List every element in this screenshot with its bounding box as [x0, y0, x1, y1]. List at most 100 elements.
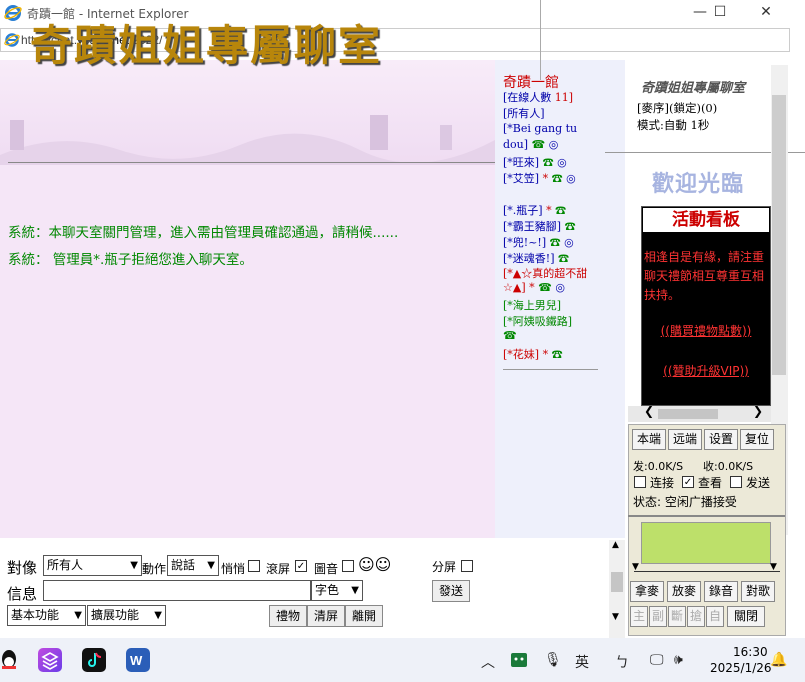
- network-icon[interactable]: 🖵: [650, 652, 664, 668]
- duet-button[interactable]: 對歌: [741, 581, 775, 602]
- maximize-button[interactable]: ☐: [700, 2, 740, 24]
- record-button[interactable]: 錄音: [704, 581, 738, 602]
- send-checkbox[interactable]: [730, 476, 742, 488]
- message-input[interactable]: [43, 580, 311, 601]
- user-item-cont[interactable]: ☆▲] * ☎ ◎: [503, 281, 565, 294]
- view-checkbox[interactable]: ✓: [682, 476, 694, 488]
- user-item[interactable]: [*迷魂香!] ☎: [503, 250, 569, 266]
- connect-checkbox[interactable]: [634, 476, 646, 488]
- phone-icon: ☎: [549, 236, 561, 249]
- scroll-down-icon[interactable]: ▼: [612, 612, 619, 622]
- slider-left-icon[interactable]: ▼: [632, 562, 639, 572]
- scroll-right-icon[interactable]: ❯: [753, 404, 763, 418]
- qq-app-icon[interactable]: [0, 648, 20, 672]
- scroll-thumb[interactable]: [658, 409, 718, 419]
- split-checkbox[interactable]: [461, 560, 473, 572]
- release-mic-button[interactable]: 放麥: [667, 581, 701, 602]
- tiktok-app-icon[interactable]: [82, 648, 106, 672]
- user-item[interactable]: [*兜!~!] ☎ ◎: [503, 234, 574, 250]
- scroll-checkbox[interactable]: ✓: [295, 560, 307, 572]
- clock-date[interactable]: 2025/1/26: [710, 661, 772, 675]
- user-item[interactable]: [*.瓶子] * ☎: [503, 202, 566, 218]
- local-button[interactable]: 本端: [632, 429, 666, 450]
- camera-icon: ◎: [548, 138, 559, 151]
- whisper-checkbox[interactable]: [248, 560, 260, 572]
- user-item[interactable]: [*海上男兒]: [503, 297, 561, 313]
- settings-button[interactable]: 设置: [704, 429, 738, 450]
- system-message: 系統：本聊天室關門管理，進入需由管理員確認通過，請稍候......: [8, 225, 399, 241]
- scroll-up-icon[interactable]: ▲: [612, 540, 619, 550]
- word-app-icon[interactable]: W: [126, 648, 150, 672]
- auto-button[interactable]: 自: [706, 606, 724, 627]
- wechat-tray-icon[interactable]: [511, 652, 527, 672]
- user-item-all[interactable]: [所有人]: [503, 105, 545, 121]
- close-button[interactable]: ✕: [746, 2, 786, 24]
- scroll-left-icon[interactable]: ❮: [644, 404, 654, 418]
- picture-checkbox[interactable]: [342, 560, 354, 572]
- vip-upgrade-link[interactable]: ((贊助升級VIP)): [644, 362, 768, 379]
- reset-button[interactable]: 复位: [740, 429, 774, 450]
- chevron-down-icon: ▼: [351, 585, 359, 596]
- mode-status: 模式:自動 1秒: [637, 118, 710, 132]
- welcome-text: 歡迎光臨: [652, 172, 745, 197]
- divider: [628, 515, 785, 517]
- close-media-button[interactable]: 關閉: [727, 606, 765, 627]
- grab-button[interactable]: 搶: [687, 606, 705, 627]
- ime-mode-icon[interactable]: ㄅ: [615, 652, 629, 672]
- status-text: 状态: 空闲广播接受: [633, 495, 737, 509]
- room-title: 奇蹟姐姐專屬聊室: [641, 81, 746, 96]
- phone-icon: ☎: [558, 252, 570, 265]
- board-text: 相逢自是有緣，請注重聊天禮節相互尊重互相扶持。: [644, 250, 765, 302]
- send-button[interactable]: 發送: [432, 580, 470, 602]
- divider: [540, 0, 541, 80]
- slider-right-icon[interactable]: ▼: [770, 562, 777, 572]
- clock-time[interactable]: 16:30: [733, 645, 768, 659]
- microphone-icon[interactable]: 🎙: [544, 652, 562, 668]
- ime-indicator[interactable]: 英: [575, 652, 589, 672]
- scroll-thumb[interactable]: [772, 95, 786, 375]
- gift-button[interactable]: 禮物: [269, 605, 307, 627]
- toolbar-vertical-scrollbar[interactable]: ▲ ▼: [609, 540, 625, 638]
- emoji-icon[interactable]: ☺☺: [358, 555, 391, 574]
- chevron-up-icon[interactable]: ︿: [481, 652, 495, 672]
- user-item[interactable]: [*霸王豬腳] ☎: [503, 218, 576, 234]
- extended-functions-select[interactable]: 擴展功能 ▼: [87, 605, 166, 626]
- board-horizontal-scrollbar[interactable]: ❮ ❯: [628, 404, 771, 422]
- user-item[interactable]: [*旺來] ☎ ◎: [503, 154, 567, 170]
- user-item[interactable]: [*Bei gang tu: [503, 122, 577, 135]
- speaker-icon[interactable]: 🕪: [674, 652, 683, 668]
- action-select[interactable]: 說話 ▼: [167, 555, 219, 576]
- board-title: 活動看板: [643, 208, 769, 232]
- phone-icon: ☎: [542, 156, 554, 169]
- user-item[interactable]: [*花妹] * ☎: [503, 346, 563, 362]
- scroll-label: 滾屏: [266, 562, 291, 576]
- layers-app-icon[interactable]: [38, 648, 62, 672]
- user-item[interactable]: [*▲☆真的超不甜: [503, 265, 587, 281]
- buy-gift-link[interactable]: ((購買禮物點數)): [644, 322, 768, 339]
- disconnect-button[interactable]: 斷: [668, 606, 686, 627]
- target-select[interactable]: 所有人 ▼: [43, 555, 142, 576]
- message-label: 信息: [7, 585, 38, 603]
- send-rate: 发:0.0K/S: [633, 460, 684, 473]
- volume-slider[interactable]: ▼ ▼: [632, 562, 782, 576]
- user-item-cont[interactable]: dou] ☎ ◎: [503, 138, 558, 151]
- divider: [503, 369, 598, 370]
- phone-icon: ☎: [503, 329, 517, 342]
- action-label: 動作: [142, 562, 167, 576]
- notification-bell-icon[interactable]: 🔔: [770, 652, 787, 668]
- scroll-thumb[interactable]: [611, 572, 623, 592]
- user-item[interactable]: [*阿姨吸鐵路]: [503, 313, 572, 329]
- grab-mic-button[interactable]: 拿麥: [630, 581, 664, 602]
- taskbar: [0, 638, 805, 682]
- online-count: [在線人數 11]: [503, 91, 574, 104]
- basic-functions-select[interactable]: 基本功能 ▼: [7, 605, 86, 626]
- clear-screen-button[interactable]: 清屏: [307, 605, 345, 627]
- leave-button[interactable]: 離開: [345, 605, 383, 627]
- secondary-button[interactable]: 副: [649, 606, 667, 627]
- picture-label: 圖音: [314, 562, 339, 576]
- font-color-select[interactable]: 字色 ▼: [311, 580, 363, 601]
- primary-button[interactable]: 主: [630, 606, 648, 627]
- divider: [8, 162, 496, 163]
- user-item[interactable]: [*艾笠] * ☎ ◎: [503, 170, 576, 186]
- remote-button[interactable]: 远端: [668, 429, 702, 450]
